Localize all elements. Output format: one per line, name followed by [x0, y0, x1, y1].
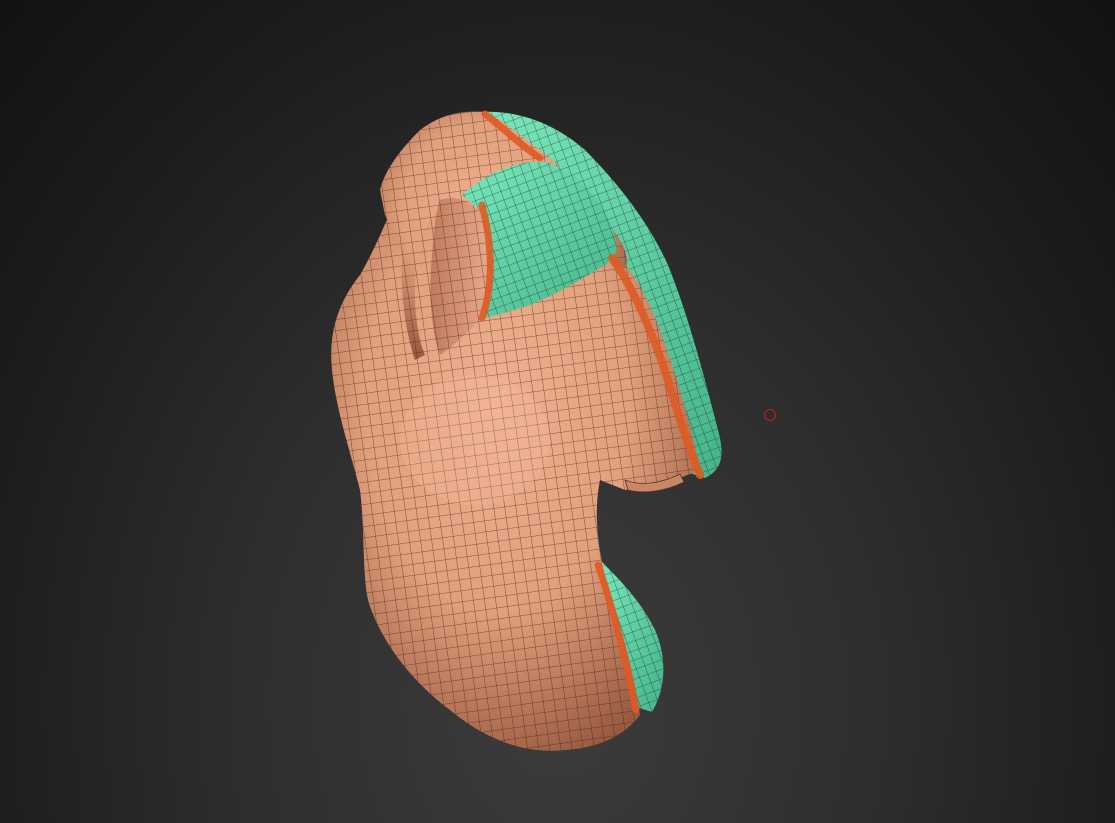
- model-mesh[interactable]: [0, 0, 1115, 823]
- zbrush-viewport[interactable]: [0, 0, 1115, 823]
- chest-highlight: [400, 375, 550, 505]
- brush-circle-icon: [764, 409, 776, 421]
